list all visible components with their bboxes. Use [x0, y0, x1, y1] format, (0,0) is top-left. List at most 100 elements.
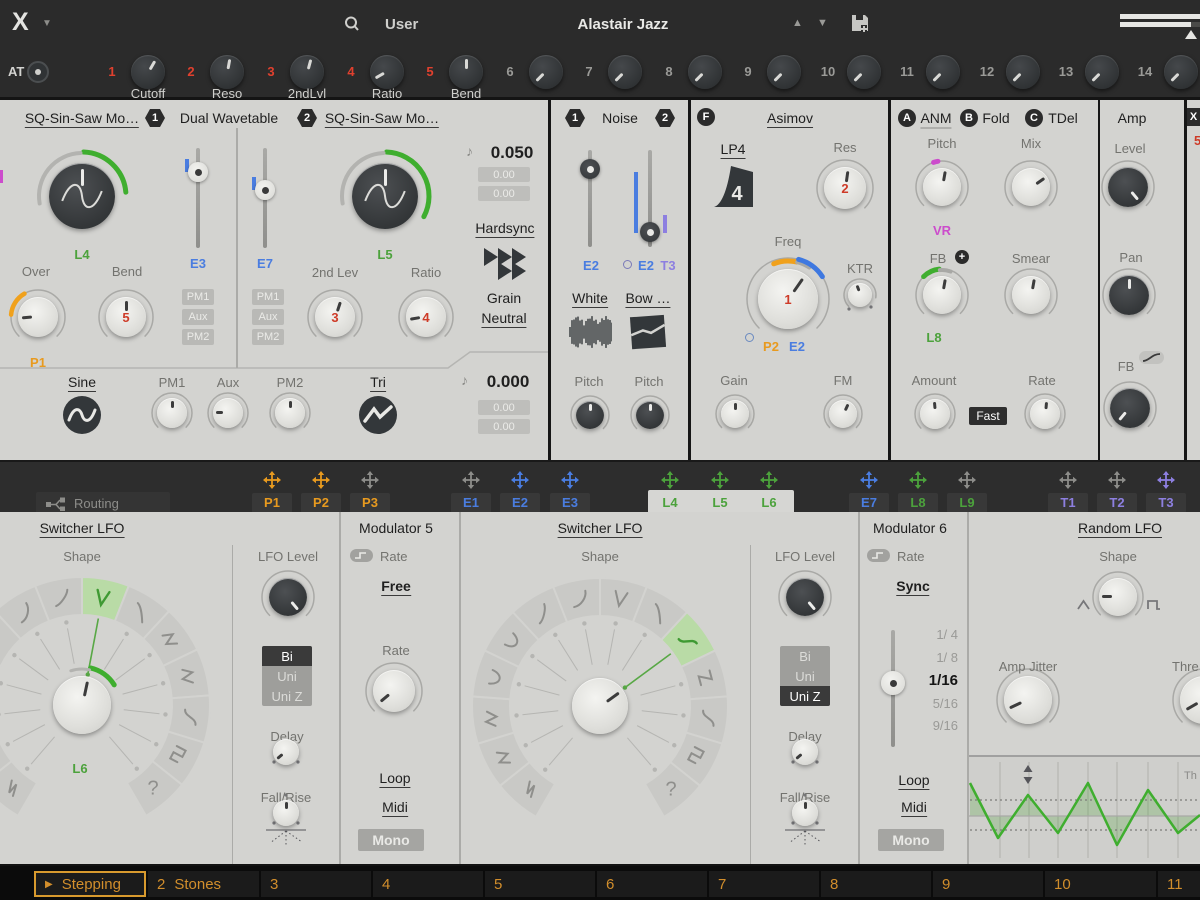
aftertouch-button[interactable]: [27, 61, 49, 83]
sine-wave-icon[interactable]: [63, 396, 101, 434]
move-cross-icon[interactable]: [860, 471, 878, 489]
noise2-mod-slot-icon[interactable]: [623, 260, 632, 269]
sub-detune-value[interactable]: 0.00: [478, 400, 530, 415]
fx-amount-knob[interactable]: [920, 399, 950, 429]
snapshot-tab-4[interactable]: 4: [373, 871, 483, 897]
osc1-over-mod-tag[interactable]: P1: [30, 355, 46, 370]
macro-knob-10[interactable]: [847, 55, 881, 89]
macro-knob-1[interactable]: [131, 55, 165, 89]
snapshot-tab-11[interactable]: 11: [1158, 871, 1200, 897]
fx-slot-b-badge[interactable]: B: [960, 109, 978, 127]
osc2-env-tag[interactable]: E7: [257, 256, 273, 271]
mod5-mono-button[interactable]: Mono: [358, 829, 424, 851]
routing-slot-t3[interactable]: T3: [1146, 493, 1186, 513]
routing-slot-p2[interactable]: P2: [301, 493, 341, 513]
macro-knob-14[interactable]: [1164, 55, 1198, 89]
mod6-fraction-516[interactable]: 5/16: [896, 696, 958, 711]
noise1-pitch-knob[interactable]: [576, 401, 604, 429]
lfo2-delay-knob[interactable]: [792, 739, 818, 765]
move-cross-icon[interactable]: [511, 471, 529, 489]
lfo1-polarity-bi[interactable]: Bi: [262, 646, 312, 666]
mod6-fraction-116[interactable]: 1/16: [896, 672, 958, 689]
routing-slot-e1[interactable]: E1: [451, 493, 491, 513]
fx-fb-plus-badge[interactable]: +: [955, 250, 969, 264]
routing-slot-e7[interactable]: E7: [849, 493, 889, 513]
snapshot-tab-7[interactable]: 7: [709, 871, 819, 897]
lfo1-shape-knob[interactable]: [53, 676, 111, 734]
filter-type-title[interactable]: Asimov: [767, 110, 813, 128]
sub-pm1-knob[interactable]: [157, 398, 187, 428]
lfo1-delay-knob[interactable]: [273, 739, 299, 765]
app-logo[interactable]: X: [12, 8, 29, 37]
lfo2-type-title[interactable]: Switcher LFO: [558, 520, 643, 538]
sub-detune-value[interactable]: 0.00: [478, 419, 530, 434]
master-fader-icon[interactable]: [1183, 28, 1199, 40]
fx-slot-a-badge[interactable]: A: [898, 109, 916, 127]
lfo1-mod-tag[interactable]: L6: [72, 761, 87, 776]
osc1-env-slider-handle[interactable]: [188, 162, 208, 182]
filter-mode-selector[interactable]: LP4: [721, 141, 746, 159]
routing-slot-p1[interactable]: P1: [252, 493, 292, 513]
triangle-wave-icon[interactable]: [359, 396, 397, 434]
randomlfo-ampjitter-knob[interactable]: [1004, 676, 1052, 724]
macro-knob-3[interactable]: [290, 55, 324, 89]
move-cross-icon[interactable]: [1157, 471, 1175, 489]
osc2-level-mod-tag[interactable]: L5: [377, 247, 392, 262]
routing-slot-l6[interactable]: L6: [749, 493, 789, 513]
routing-slot-l5[interactable]: L5: [700, 493, 740, 513]
lfo2-level-knob[interactable]: [786, 578, 824, 616]
freq-mod-tag-a[interactable]: P2: [763, 339, 779, 354]
randomlfo-shape-knob[interactable]: [1099, 578, 1137, 616]
noise2-type-selector[interactable]: Bow …: [625, 290, 670, 308]
filter-badge[interactable]: F: [697, 108, 715, 126]
lfo1-level-knob[interactable]: [269, 578, 307, 616]
mod6-mode-selector[interactable]: Sync: [896, 578, 929, 596]
noise1-level-slider-handle[interactable]: [580, 159, 600, 179]
osc1-wavetable-knob[interactable]: [49, 163, 115, 229]
lfo2-polarity-bi[interactable]: Bi: [780, 646, 830, 666]
osc1-over-knob[interactable]: [18, 297, 58, 337]
macro-knob-2[interactable]: [210, 55, 244, 89]
snapshot-tab-8[interactable]: 8: [821, 871, 931, 897]
filter-gain-knob[interactable]: [721, 400, 749, 428]
osc-engine-title[interactable]: Dual Wavetable: [180, 110, 278, 126]
randomlfo-type-title[interactable]: Random LFO: [1078, 520, 1162, 538]
macro-knob-13[interactable]: [1085, 55, 1119, 89]
browser-user-label[interactable]: User: [385, 16, 418, 33]
x-panel-badge[interactable]: X: [1187, 108, 1200, 126]
noise1-env-tag[interactable]: E2: [583, 258, 599, 273]
mod6-mono-button[interactable]: Mono: [878, 829, 944, 851]
save-icon[interactable]: [850, 13, 870, 33]
mod5-midi-selector[interactable]: Midi: [382, 799, 408, 817]
osc1-route-pm1[interactable]: PM1: [182, 289, 214, 305]
amp-pan-knob[interactable]: [1109, 275, 1149, 315]
osc1-level-mod-tag[interactable]: L4: [74, 247, 89, 262]
osc-detune-value[interactable]: 0.00: [478, 167, 530, 182]
routing-slot-l9[interactable]: L9: [947, 493, 987, 513]
osc2-2ndlev-knob[interactable]: 3: [315, 297, 355, 337]
bow-noise-icon[interactable]: [629, 312, 669, 352]
mod5-mode-selector[interactable]: Free: [381, 578, 411, 596]
lfo1-fallrise-knob[interactable]: [273, 800, 299, 826]
move-cross-icon[interactable]: [312, 471, 330, 489]
move-cross-icon[interactable]: [1059, 471, 1077, 489]
routing-slot-l4[interactable]: L4: [650, 493, 690, 513]
fx-fb-mod-tag[interactable]: L8: [926, 330, 941, 345]
preset-name[interactable]: Alastair Jazz: [578, 16, 669, 33]
osc2-ratio-knob[interactable]: 4: [406, 297, 446, 337]
move-cross-icon[interactable]: [760, 471, 778, 489]
snapshot-tab-2[interactable]: 2Stones: [148, 871, 259, 897]
move-cross-icon[interactable]: [561, 471, 579, 489]
fx-slot-b-name[interactable]: Fold: [982, 110, 1009, 126]
osc-detune-value[interactable]: 0.00: [478, 186, 530, 201]
osc-hardsync-selector[interactable]: Hardsync: [475, 220, 534, 238]
filter-fm-knob[interactable]: [829, 400, 857, 428]
macro-knob-8[interactable]: [688, 55, 722, 89]
macro-knob-7[interactable]: [608, 55, 642, 89]
fx-fast-button[interactable]: Fast: [969, 407, 1007, 425]
filter-mode-icon[interactable]: 4: [711, 160, 757, 210]
move-cross-icon[interactable]: [361, 471, 379, 489]
fx-pitch-mod-tag[interactable]: VR: [933, 223, 951, 238]
mod6-midi-selector[interactable]: Midi: [901, 799, 927, 817]
move-cross-icon[interactable]: [661, 471, 679, 489]
